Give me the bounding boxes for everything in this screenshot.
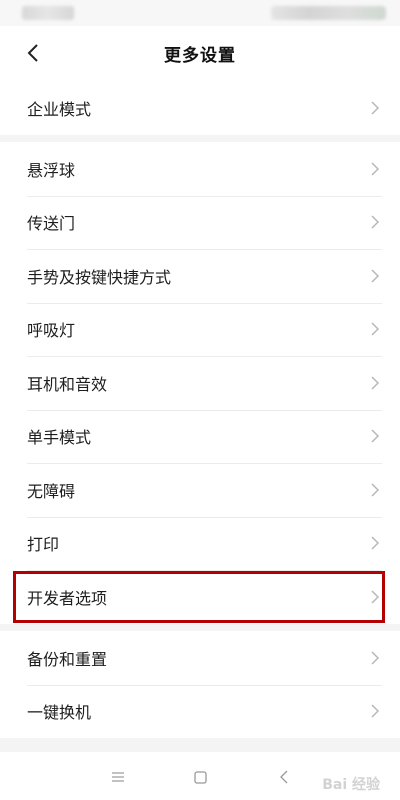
status-bar <box>0 0 400 26</box>
settings-item-label: 传送门 <box>27 214 76 234</box>
header: 更多设置 <box>0 26 400 81</box>
settings-item-label: 耳机和音效 <box>27 374 108 394</box>
settings-item-backup-reset[interactable]: 备份和重置 <box>0 631 400 685</box>
settings-item-label: 呼吸灯 <box>27 321 76 341</box>
chevron-right-icon <box>370 100 382 116</box>
settings-item-enterprise-mode[interactable]: 企业模式 <box>0 81 400 135</box>
settings-item-label: 备份和重置 <box>27 649 108 669</box>
settings-item-developer-options[interactable]: 开发者选项 <box>0 570 400 624</box>
square-icon <box>193 770 207 784</box>
chevron-right-icon <box>370 375 382 391</box>
settings-item-floating-ball[interactable]: 悬浮球 <box>0 142 400 196</box>
watermark: Bai 经验 <box>322 777 380 793</box>
settings-item-label: 一键换机 <box>27 703 92 723</box>
chevron-left-icon <box>27 44 38 62</box>
back-triangle-icon <box>280 770 288 784</box>
settings-item-print[interactable]: 打印 <box>0 516 400 571</box>
settings-item-label: 打印 <box>27 535 60 555</box>
status-bar-left-blurred <box>22 6 74 20</box>
settings-group-1: 企业模式 <box>0 81 400 135</box>
settings-item-breathing-light[interactable]: 呼吸灯 <box>0 302 400 357</box>
status-bar-right-blurred <box>271 6 386 20</box>
menu-icon <box>112 772 124 782</box>
page-title: 更多设置 <box>164 46 236 66</box>
settings-item-one-hand-mode[interactable]: 单手模式 <box>0 409 400 464</box>
chevron-right-icon <box>370 428 382 444</box>
chevron-right-icon <box>370 703 382 719</box>
settings-group-3: 备份和重置 一键换机 <box>0 631 400 738</box>
nav-menu-button[interactable] <box>107 766 129 788</box>
nav-home-button[interactable] <box>189 766 211 788</box>
settings-item-label: 悬浮球 <box>27 160 76 180</box>
settings-item-phone-clone[interactable]: 一键换机 <box>0 684 400 739</box>
settings-item-label: 无障碍 <box>27 481 76 501</box>
nav-back-button[interactable] <box>273 766 295 788</box>
chevron-right-icon <box>370 268 382 284</box>
settings-group-2: 悬浮球 传送门 手势及按键快捷方式 呼吸灯 耳机和音效 单手模式 无障碍 打印 … <box>0 142 400 624</box>
chevron-right-icon <box>370 482 382 498</box>
back-button[interactable] <box>18 38 48 68</box>
chevron-right-icon <box>370 535 382 551</box>
chevron-right-icon <box>370 214 382 230</box>
chevron-right-icon <box>370 589 382 605</box>
settings-item-label: 企业模式 <box>27 99 92 119</box>
chevron-right-icon <box>370 161 382 177</box>
settings-item-label: 手势及按键快捷方式 <box>27 267 172 287</box>
settings-item-label: 单手模式 <box>27 428 92 448</box>
settings-item-portal[interactable]: 传送门 <box>0 195 400 250</box>
settings-item-gestures-shortcuts[interactable]: 手势及按键快捷方式 <box>0 249 400 303</box>
navigation-bar: Bai 经验 <box>0 752 400 800</box>
settings-item-accessibility[interactable]: 无障碍 <box>0 463 400 517</box>
settings-item-label: 开发者选项 <box>27 588 108 608</box>
settings-item-headphones-audio[interactable]: 耳机和音效 <box>0 356 400 410</box>
chevron-right-icon <box>370 650 382 666</box>
chevron-right-icon <box>370 321 382 337</box>
